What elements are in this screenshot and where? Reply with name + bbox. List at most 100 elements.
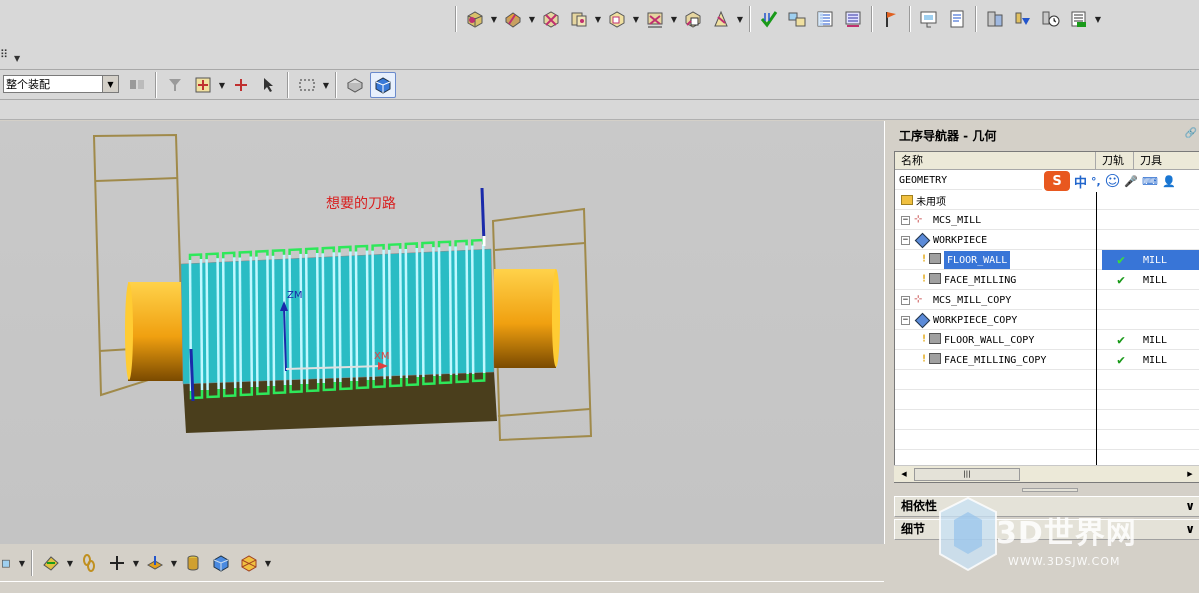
tree-row[interactable]: ! FLOOR_WALL_COPY ✔ MILL: [895, 330, 1199, 350]
chevron-down-icon[interactable]: ▼: [736, 6, 744, 32]
create-geometry-icon[interactable]: [462, 6, 488, 32]
output-doc-icon[interactable]: [944, 6, 970, 32]
cut-icon[interactable]: [708, 6, 734, 32]
tree-row[interactable]: 未用项: [895, 190, 1199, 210]
point-icon[interactable]: [228, 72, 254, 98]
tree-row[interactable]: − WORKPIECE_COPY: [895, 310, 1199, 330]
keyboard-icon[interactable]: ⌨: [1142, 175, 1158, 188]
chevron-down-icon[interactable]: ∨: [1185, 520, 1195, 539]
column-header-tool[interactable]: 刀具: [1134, 152, 1199, 170]
ime-chinese-mode[interactable]: 中: [1074, 172, 1087, 191]
layer-icon[interactable]: [0, 550, 16, 576]
shop-doc-icon[interactable]: [916, 6, 942, 32]
collapse-toggle-icon[interactable]: −: [901, 315, 910, 325]
method-icon[interactable]: [680, 6, 706, 32]
component-filter-icon[interactable]: [124, 72, 150, 98]
create-operation-icon[interactable]: [500, 6, 526, 32]
tree-row[interactable]: − WORKPIECE: [895, 230, 1199, 250]
chevron-down-icon[interactable]: ▼: [490, 6, 498, 32]
chevron-down-icon[interactable]: ▼: [66, 550, 74, 576]
toolpath-pass: [349, 251, 353, 382]
toolpath-pass: [465, 245, 469, 375]
copy-icon[interactable]: [566, 6, 592, 32]
chevron-down-icon[interactable]: ▼: [264, 550, 272, 576]
rectangle-select-icon[interactable]: [294, 72, 320, 98]
graphics-viewport[interactable]: ZM XM 想要的刀路: [0, 121, 884, 544]
delete-icon[interactable]: [538, 6, 564, 32]
toolpath-link: [404, 242, 419, 249]
left-shaft: [128, 282, 184, 381]
verify-icon[interactable]: [982, 6, 1008, 32]
chevron-down-icon[interactable]: ∨: [1185, 497, 1195, 516]
flag-icon[interactable]: [878, 6, 904, 32]
datum-icon[interactable]: [38, 550, 64, 576]
chevron-down-icon[interactable]: ▼: [218, 72, 226, 98]
tool-icon[interactable]: [642, 6, 668, 32]
ime-punct[interactable]: °,: [1091, 175, 1101, 188]
scroll-right-icon[interactable]: ▶: [1183, 468, 1197, 481]
cylinder-icon[interactable]: [180, 550, 206, 576]
collapse-toggle-icon[interactable]: −: [901, 235, 910, 245]
chevron-down-icon[interactable]: ▼: [594, 6, 602, 32]
toolpath-status-icon: [1102, 210, 1140, 230]
tree-rows: GEOMETRY 未用项 − ⊹ MCS_MILL − WORKPIECE! FLOOR_WA…: [895, 170, 1199, 470]
plane-icon[interactable]: [142, 550, 168, 576]
toolpath-status-icon: ✔: [1102, 250, 1140, 270]
postprocess-icon[interactable]: [840, 6, 866, 32]
tree-row[interactable]: ! FLOOR_WALL ✔ MILL: [895, 250, 1199, 270]
tree-row[interactable]: − ⊹ MCS_MILL: [895, 210, 1199, 230]
scroll-thumb[interactable]: |||: [914, 468, 1020, 481]
chevron-down-icon[interactable]: ▼: [132, 550, 140, 576]
simulate-icon[interactable]: [1010, 6, 1036, 32]
tree-row[interactable]: ! FACE_MILLING ✔ MILL: [895, 270, 1199, 290]
toolbar-grip[interactable]: ⠿ ▼: [0, 42, 26, 68]
toolpath-pass: [332, 252, 337, 383]
select-filter-icon[interactable]: [162, 72, 188, 98]
user-icon[interactable]: 👤: [1162, 175, 1176, 188]
list-toolpath-icon[interactable]: [812, 6, 838, 32]
tree-row[interactable]: − ⊹ MCS_MILL_COPY: [895, 290, 1199, 310]
shaded-view-icon[interactable]: [370, 72, 396, 98]
chevron-down-icon[interactable]: ▼: [322, 72, 330, 98]
chevron-down-icon[interactable]: ▼: [170, 550, 178, 576]
scroll-left-icon[interactable]: ◀: [897, 468, 911, 481]
column-header-path[interactable]: 刀轨: [1096, 152, 1134, 170]
chevron-down-icon[interactable]: ▼: [528, 6, 536, 32]
insert-group-icon[interactable]: [604, 6, 630, 32]
box-wire-icon[interactable]: [236, 550, 262, 576]
smiley-icon[interactable]: ☺: [1105, 172, 1121, 190]
collapse-toggle-icon[interactable]: −: [901, 215, 910, 225]
model-view[interactable]: ZM XM: [0, 121, 884, 544]
ime-toolbar[interactable]: S 中 °, ☺ 🎤 ⌨ 👤: [1042, 170, 1199, 192]
render-style-icon[interactable]: [342, 72, 368, 98]
chevron-down-icon[interactable]: ▼: [670, 6, 678, 32]
link-icon[interactable]: [76, 550, 102, 576]
toolpath-link: [437, 240, 452, 248]
column-header-name[interactable]: 名称: [895, 152, 1096, 170]
pointer-icon[interactable]: [256, 72, 282, 98]
tool-name: [1140, 210, 1199, 230]
operation-icon: !: [921, 333, 942, 347]
horizontal-scrollbar[interactable]: ◀ ||| ▶: [894, 465, 1199, 482]
assembly-scope-dropdown[interactable]: 整个装配 ▼: [3, 75, 119, 93]
generate-toolpath-icon[interactable]: [756, 6, 782, 32]
replay-toolpath-icon[interactable]: [784, 6, 810, 32]
chevron-down-icon[interactable]: ▼: [18, 550, 26, 576]
plus-icon[interactable]: [104, 550, 130, 576]
snap-point-icon[interactable]: [190, 72, 216, 98]
chevron-down-icon[interactable]: ▼: [632, 6, 640, 32]
info-icon[interactable]: [1066, 6, 1092, 32]
collapse-toggle-icon[interactable]: −: [901, 295, 910, 305]
tree-row[interactable]: ! FACE_MILLING_COPY ✔ MILL: [895, 350, 1199, 370]
microphone-icon[interactable]: 🎤: [1124, 175, 1138, 188]
axis-z-label: ZM: [287, 290, 302, 301]
pin-icon[interactable]: 🔗: [1185, 128, 1197, 139]
block-icon[interactable]: [208, 550, 234, 576]
chevron-down-icon[interactable]: ▼: [1094, 6, 1102, 32]
navigator-tree[interactable]: 名称 刀轨 刀具 GEOMETRY 未用项 − ⊹ MCS_MILL − WORKPIECE…: [894, 151, 1199, 483]
bottom-toolbar-icons: ▼ ▼ ▼ ▼ ▼: [0, 550, 272, 576]
panel-splitter[interactable]: [1022, 488, 1078, 492]
clock-icon[interactable]: [1038, 6, 1064, 32]
sogou-logo-icon[interactable]: S: [1044, 171, 1070, 191]
chevron-down-icon[interactable]: ▼: [102, 76, 118, 92]
